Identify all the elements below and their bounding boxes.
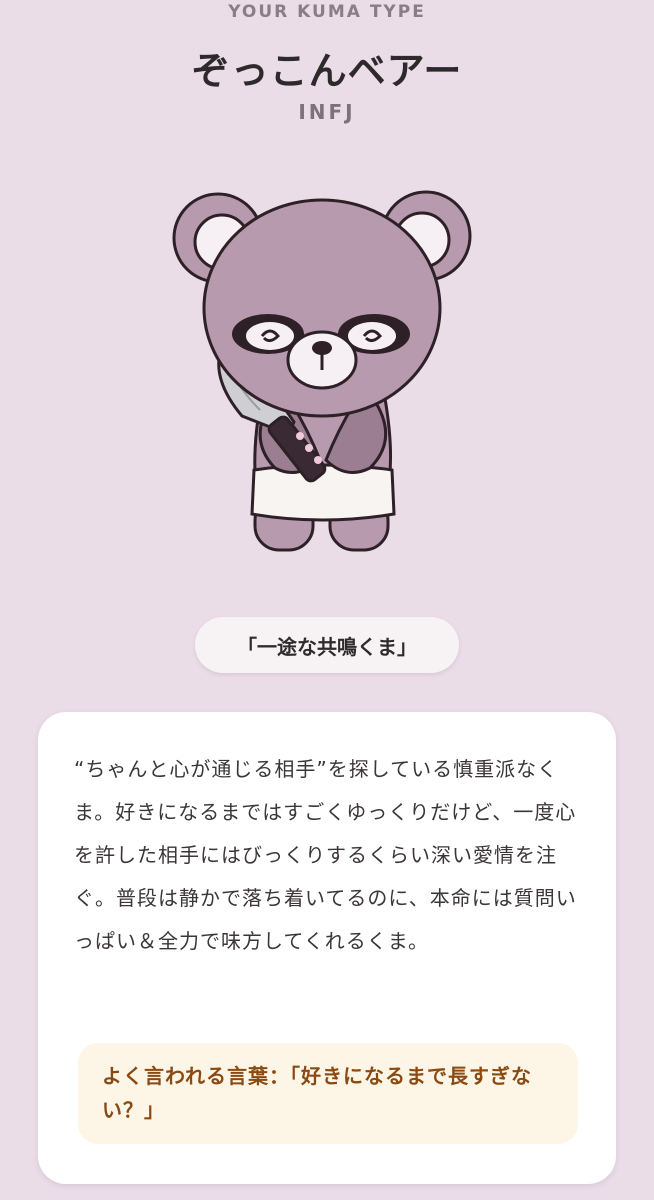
mbti-code: INFJ	[298, 100, 356, 124]
bear-nose	[312, 341, 332, 355]
description-card: “ちゃんと心が通じる相手”を探している慎重派なくま。好きになるまではすごくゆっく…	[38, 712, 616, 1184]
description-text: “ちゃんと心が通じる相手”を探している慎重派なくま。好きになるまではすごくゆっく…	[74, 757, 577, 953]
kuma-type-title: ぞっこんベアー	[191, 49, 463, 93]
catchphrase-badge: 「一途な共鳴くま」	[195, 617, 459, 673]
bear-illustration	[170, 178, 480, 558]
eyebrow-label: YOUR KUMA TYPE	[228, 2, 426, 22]
quote-text: よく言われる言葉：「好きになるまで長すぎない？」	[102, 1064, 532, 1122]
quote-box: よく言われる言葉：「好きになるまで長すぎない？」	[78, 1043, 578, 1144]
